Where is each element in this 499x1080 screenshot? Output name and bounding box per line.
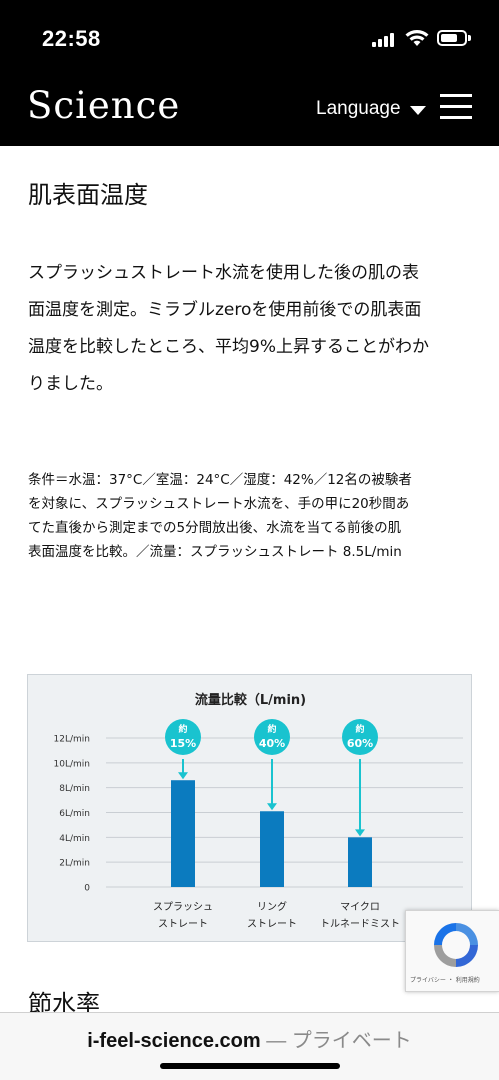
recaptcha-badge[interactable]: プライバシー ・ 利用規約 bbox=[405, 910, 499, 992]
home-indicator[interactable] bbox=[160, 1063, 340, 1069]
battery-icon bbox=[437, 30, 471, 46]
y-tick-label: 2L/min bbox=[59, 859, 90, 869]
y-tick-label: 4L/min bbox=[59, 834, 90, 844]
site-header: Science Language bbox=[0, 78, 499, 146]
next-section-title: 節水率 bbox=[28, 990, 100, 1014]
badge-label-percent: 40% bbox=[259, 737, 285, 750]
menu-icon[interactable] bbox=[440, 94, 472, 120]
conditions-line: 表面温度を比較。／流量：スプラッシュストレート 8.5L/min bbox=[28, 544, 402, 560]
x-category-label: スプラッシュ bbox=[153, 901, 213, 913]
x-category-label: ストレート bbox=[158, 919, 208, 930]
badge-label-top: 約 bbox=[355, 723, 364, 735]
y-tick-label: 0 bbox=[84, 884, 90, 894]
y-tick-label: 10L/min bbox=[54, 759, 90, 769]
lead-line: 面温度を測定。ミラブルzeroを使用前後での肌表面 bbox=[28, 300, 422, 320]
caret-down-icon[interactable] bbox=[410, 106, 426, 115]
bar bbox=[348, 837, 372, 887]
wifi-icon bbox=[405, 30, 429, 46]
y-tick-label: 12L/min bbox=[54, 735, 90, 745]
lead-line: りました。 bbox=[28, 374, 113, 394]
y-tick-label: 6L/min bbox=[59, 809, 90, 819]
url-separator: — bbox=[260, 1030, 292, 1052]
site-logo[interactable]: Science bbox=[27, 84, 180, 127]
status-bar: 22:58 bbox=[0, 0, 499, 78]
signal-icon bbox=[372, 33, 396, 47]
url-text[interactable]: i-feel-science.com — プライベート bbox=[0, 1024, 499, 1053]
conditions-line: てた直後から測定までの5分間放出後、水流を当てる前後の肌 bbox=[28, 520, 402, 536]
recaptcha-icon bbox=[434, 923, 478, 967]
badge-label-percent: 60% bbox=[347, 737, 373, 750]
language-selector[interactable]: Language bbox=[316, 98, 401, 120]
lead-line: 温度を比較したところ、平均9%上昇することがわか bbox=[28, 337, 429, 357]
x-category-label: リング bbox=[257, 900, 287, 913]
bar bbox=[171, 780, 195, 887]
badge-label-top: 約 bbox=[267, 723, 276, 735]
url-domain: i-feel-science.com bbox=[87, 1030, 261, 1052]
conditions-line: を対象に、スプラッシュストレート水流を、手の甲に20秒間あ bbox=[28, 496, 410, 512]
browser-url-bar[interactable]: i-feel-science.com — プライベート bbox=[0, 1012, 499, 1080]
flow-comparison-chart: 流量比較（L/min) 0 2L/min 4L/min 6L/min 8L/min 10L… bbox=[27, 674, 472, 942]
arrow-head bbox=[267, 803, 277, 811]
badge-label-top: 約 bbox=[178, 723, 187, 735]
x-category-label: マイクロ bbox=[340, 901, 380, 913]
badge-label-percent: 15% bbox=[170, 737, 196, 750]
arrow-head bbox=[355, 829, 365, 837]
x-category-label: トルネードミスト bbox=[320, 918, 400, 930]
section-title: 肌表面温度 bbox=[28, 181, 148, 209]
test-conditions: 条件＝水温：37°C／室温：24°C／湿度：42%／12名の被験者 を対象に、ス… bbox=[28, 468, 488, 564]
status-time: 22:58 bbox=[42, 26, 101, 51]
x-category-label: ストレート bbox=[247, 919, 297, 930]
lead-line: スプラッシュストレート水流を使用した後の肌の表 bbox=[28, 263, 419, 283]
bar bbox=[260, 811, 284, 887]
y-tick-label: 8L/min bbox=[59, 784, 90, 794]
arrow-head bbox=[178, 772, 188, 780]
chart-plot: 0 2L/min 4L/min 6L/min 8L/min 10L/min 12L/min 約… bbox=[54, 719, 463, 930]
recaptcha-text[interactable]: プライバシー ・ 利用規約 bbox=[410, 975, 480, 984]
lead-paragraph: スプラッシュストレート水流を使用した後の肌の表 面温度を測定。ミラブルzeroを… bbox=[28, 255, 478, 403]
conditions-line: 条件＝水温：37°C／室温：24°C／湿度：42%／12名の被験者 bbox=[28, 472, 412, 488]
private-mode-label: プライベート bbox=[291, 1030, 412, 1052]
